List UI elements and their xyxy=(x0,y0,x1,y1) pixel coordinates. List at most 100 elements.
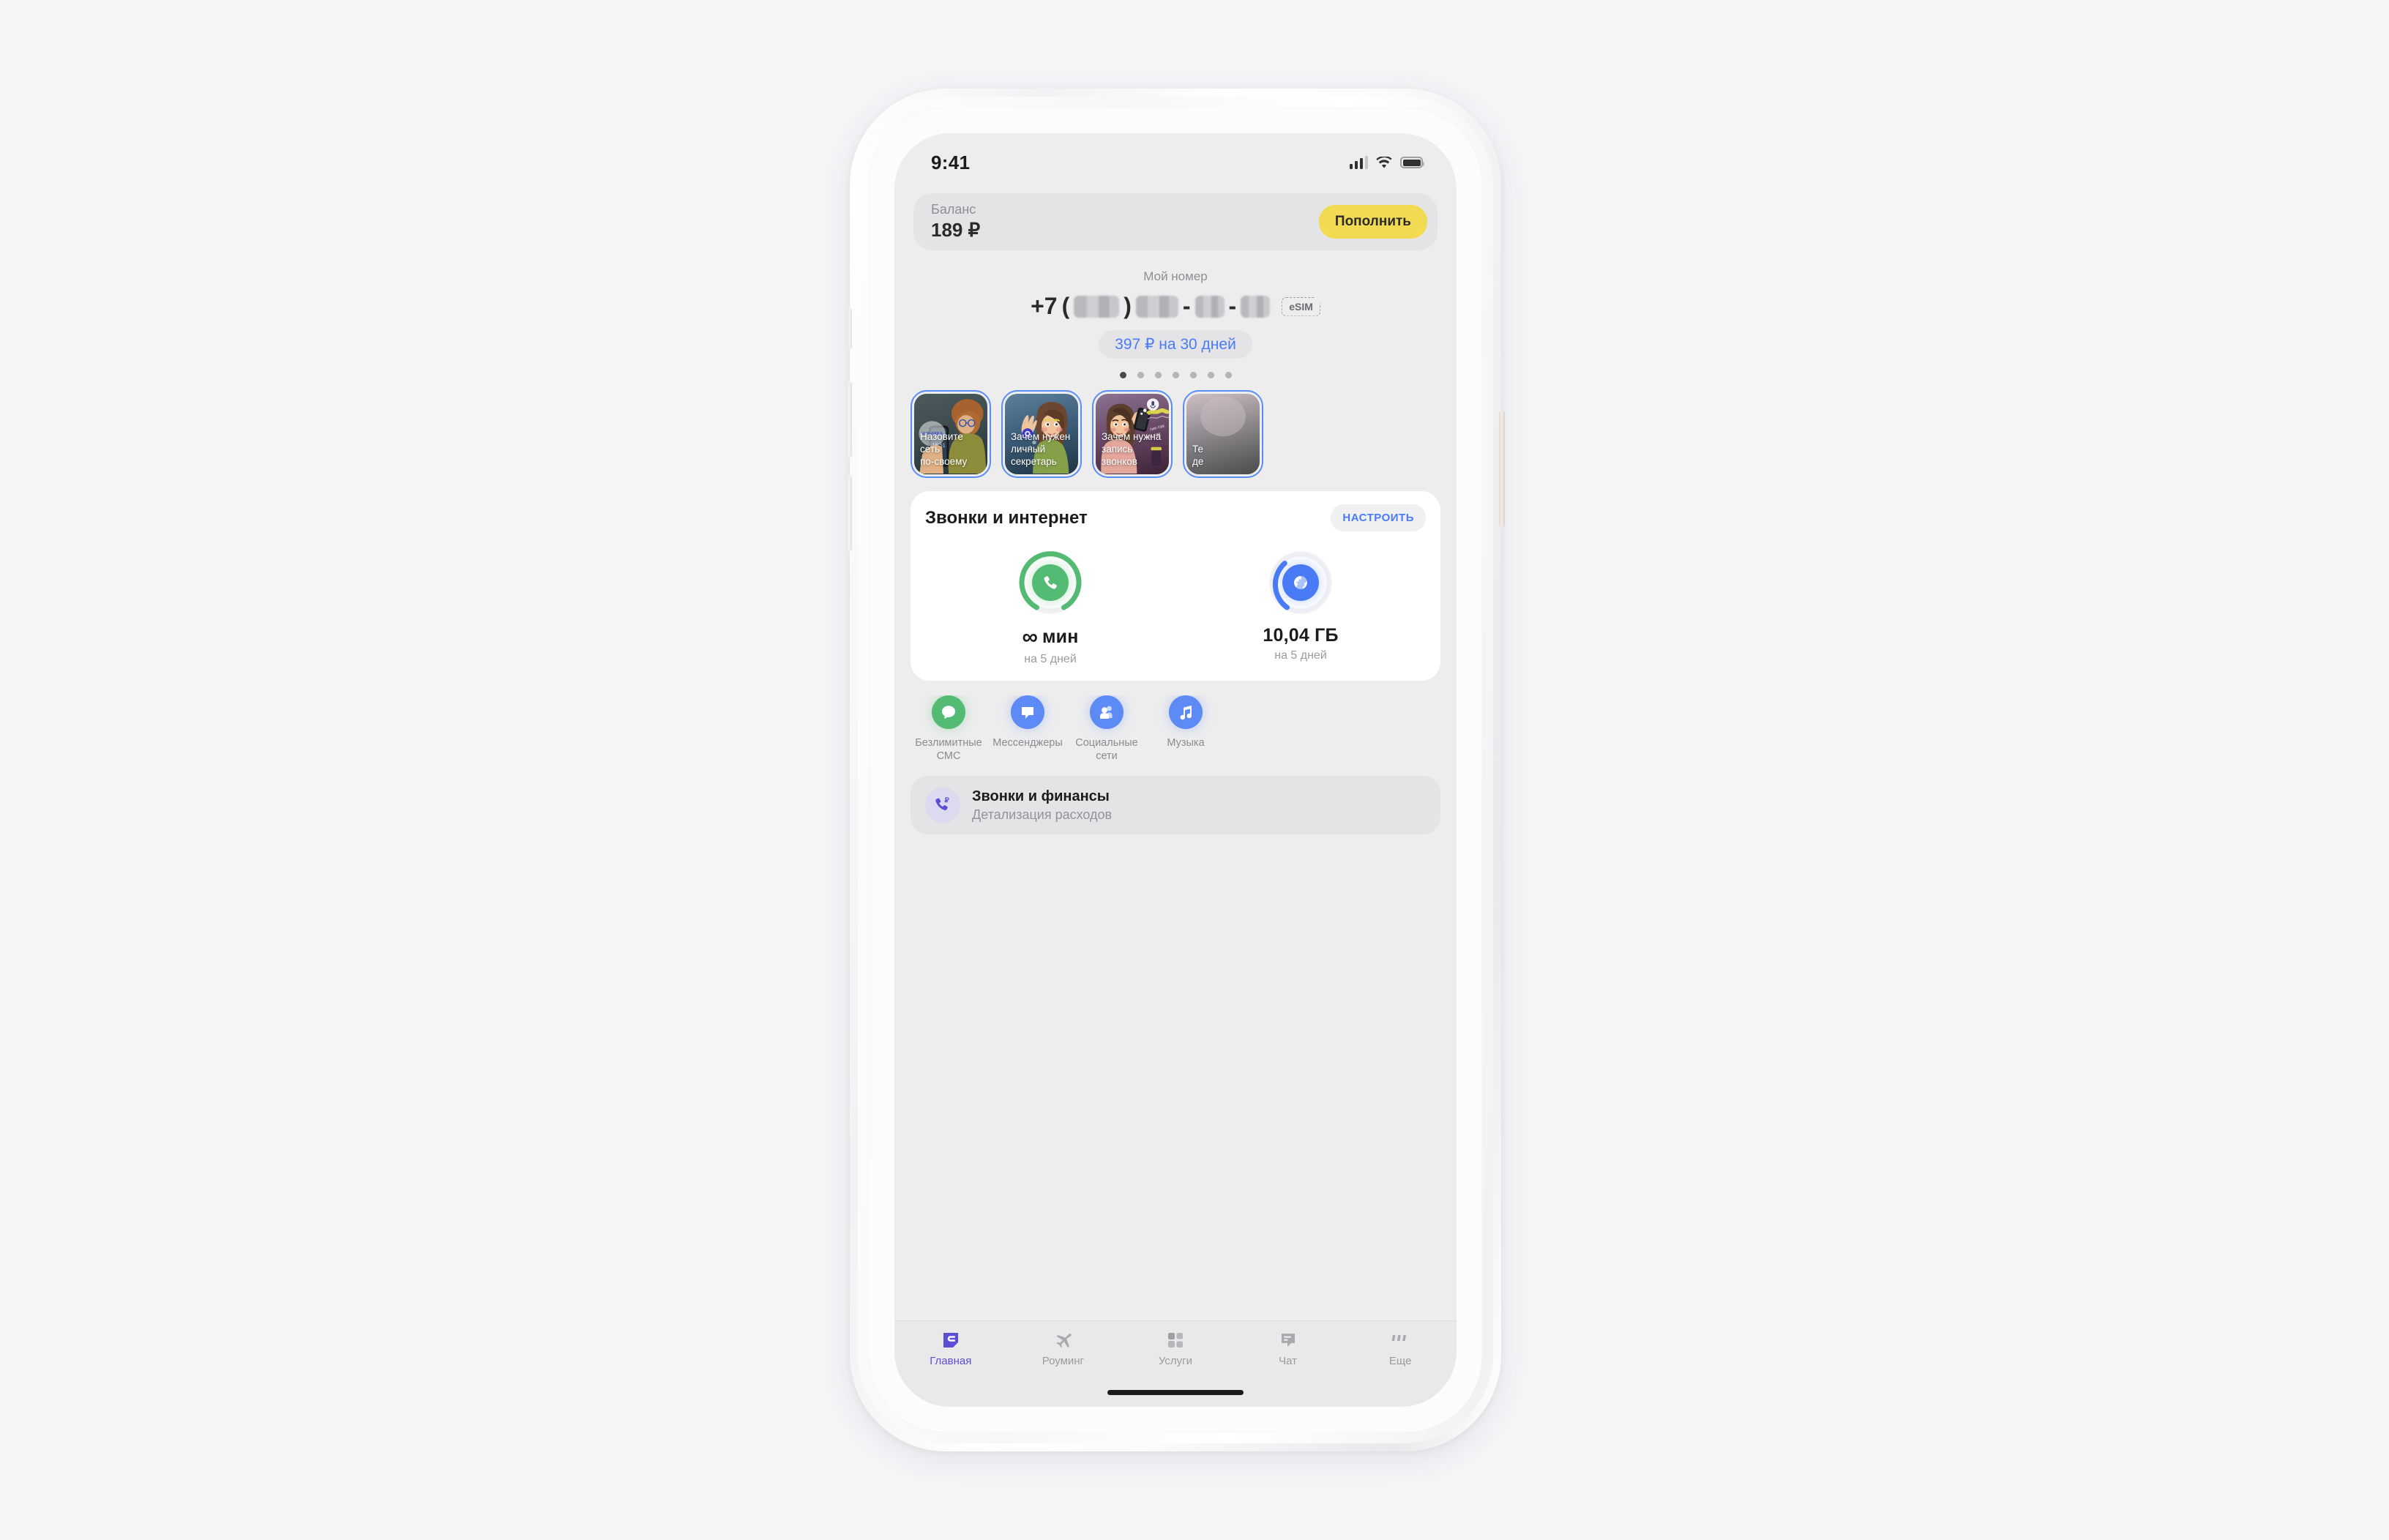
service-item-messengers[interactable]: Мессенджеры xyxy=(988,695,1067,763)
story-card[interactable]: тик-так тик-так Зачем нужна запись звонк… xyxy=(1092,390,1173,478)
service-label: Мессенджеры xyxy=(992,737,1063,749)
phone-number-row[interactable]: +7 ( ) - - eSIM xyxy=(894,293,1457,320)
volume-down-button[interactable] xyxy=(846,475,852,551)
tariff-link[interactable]: 397 ₽ на 30 дней xyxy=(1099,330,1252,359)
tab-label: Услуги xyxy=(1158,1355,1193,1367)
my-number-label: Мой номер xyxy=(1143,269,1208,283)
minutes-subtitle: на 5 дней xyxy=(1024,653,1077,665)
data-subtitle: на 5 дней xyxy=(1274,649,1327,662)
pagination-dot[interactable] xyxy=(1119,372,1126,378)
calls-internet-title: Звонки и интернет xyxy=(925,507,1088,528)
redacted-number-part-1 xyxy=(1135,295,1178,318)
my-number-block: Мой номер +7 ( ) - - eSIM 397 ₽ на 30 дн… xyxy=(894,269,1457,378)
volume-up-button[interactable] xyxy=(846,381,852,457)
tab-chat[interactable]: Чат xyxy=(1232,1330,1345,1367)
service-label: Безлимитные СМС xyxy=(915,737,982,763)
calls-finance-texts: Звонки и финансы Детализация расходов xyxy=(972,788,1112,823)
balance-card[interactable]: Баланс 189 ₽ Пополнить xyxy=(913,193,1437,250)
balance-texts: Баланс 189 ₽ xyxy=(931,202,980,242)
tab-more[interactable]: Еще xyxy=(1344,1330,1457,1367)
home-indicator[interactable] xyxy=(1107,1390,1244,1395)
stories-carousel[interactable]: 16:51 ЧУБАККА Назовите сеть по-своему За… xyxy=(894,390,1457,478)
story-title: Зачем нужен личный секретарь xyxy=(1011,431,1071,468)
esim-badge: eSIM xyxy=(1282,297,1320,316)
calls-finance-row[interactable]: Звонки и финансы Детализация расходов xyxy=(911,776,1440,835)
phone-screen: 9:41 Баланс 189 ₽ Пополнить Мой номер +7… xyxy=(894,133,1457,1407)
service-label: Музыка xyxy=(1167,737,1205,749)
paren-close: ) xyxy=(1124,293,1132,319)
scroll-content: Баланс 189 ₽ Пополнить Мой номер +7 ( ) … xyxy=(894,193,1457,835)
balance-label: Баланс xyxy=(931,202,976,217)
pagination-dot[interactable] xyxy=(1225,372,1232,378)
paren-open: ( xyxy=(1061,293,1070,319)
globe-icon xyxy=(1282,564,1319,601)
airplane-icon xyxy=(1053,1330,1073,1350)
status-bar: 9:41 xyxy=(894,133,1457,179)
tab-roaming[interactable]: Роуминг xyxy=(1007,1330,1120,1367)
infinity-symbol: ∞ xyxy=(1022,625,1037,649)
minutes-gauge-column[interactable]: ∞ мин на 5 дней xyxy=(925,547,1175,666)
calls-finance-title: Звонки и финансы xyxy=(972,788,1110,804)
service-label: Социальные сети xyxy=(1075,737,1138,763)
chat-bubble-icon xyxy=(932,695,965,729)
redacted-area-code xyxy=(1074,295,1120,318)
more-icon xyxy=(1391,1330,1410,1350)
story-card[interactable]: 16:51 ЧУБАККА Назовите сеть по-своему xyxy=(911,390,991,478)
pagination-dot[interactable] xyxy=(1172,372,1179,378)
topup-button[interactable]: Пополнить xyxy=(1318,205,1427,239)
phone-ruble-icon xyxy=(925,788,960,823)
calls-finance-subtitle: Детализация расходов xyxy=(972,807,1113,822)
service-item-sms[interactable]: Безлимитные СМС xyxy=(909,695,988,763)
story-title: Те де xyxy=(1192,444,1204,468)
grid-icon xyxy=(1167,1330,1184,1350)
calls-internet-card: Звонки и интернет НАСТРОИТЬ ∞ мин на 5 д… xyxy=(911,491,1440,681)
minutes-gauge xyxy=(1015,547,1085,618)
cellular-signal-icon xyxy=(1349,156,1368,169)
service-item-social[interactable]: Социальные сети xyxy=(1067,695,1146,763)
balance-value: 189 ₽ xyxy=(931,218,981,241)
services-row[interactable]: Безлимитные СМС Мессенджеры Социальные с… xyxy=(894,695,1457,763)
minutes-value: ∞ мин xyxy=(1022,625,1078,650)
carousel-pagination-dots[interactable] xyxy=(894,372,1457,378)
chat-icon xyxy=(1279,1330,1297,1350)
story-card[interactable]: Зачем нужен личный секретарь xyxy=(1001,390,1082,478)
story-card[interactable]: Те де xyxy=(1183,390,1263,478)
tab-services[interactable]: Услуги xyxy=(1119,1330,1232,1367)
status-bar-clock: 9:41 xyxy=(931,151,971,173)
tab-label: Еще xyxy=(1388,1355,1412,1367)
tab-label: Главная xyxy=(930,1355,972,1367)
battery-icon xyxy=(1400,157,1424,168)
tab-main[interactable]: Главная xyxy=(894,1330,1007,1367)
calls-internet-header: Звонки и интернет НАСТРОИТЬ xyxy=(925,504,1426,531)
status-bar-icons xyxy=(1349,156,1424,169)
story-title: Назовите сеть по-своему xyxy=(920,431,968,468)
configure-button[interactable]: НАСТРОИТЬ xyxy=(1331,504,1426,531)
silent-switch-button[interactable] xyxy=(847,308,852,349)
pagination-dot[interactable] xyxy=(1137,372,1144,378)
tab-label: Роуминг xyxy=(1042,1355,1085,1367)
pagination-dot[interactable] xyxy=(1189,372,1197,378)
number-dash-1: - xyxy=(1182,293,1191,319)
phone-number-prefix: +7 xyxy=(1031,293,1058,319)
power-button[interactable] xyxy=(1499,411,1505,528)
bottom-tab-bar: Главная Роуминг Услуги Чат Еще xyxy=(894,1320,1457,1407)
pagination-dot[interactable] xyxy=(1207,372,1214,378)
data-gauge-column[interactable]: 10,04 ГБ на 5 дней xyxy=(1175,547,1426,666)
minutes-unit: мин xyxy=(1042,627,1079,647)
number-dash-2: - xyxy=(1228,293,1237,319)
music-note-icon xyxy=(1169,695,1203,729)
pagination-dot[interactable] xyxy=(1154,372,1162,378)
redacted-number-part-3 xyxy=(1241,295,1271,318)
usage-gauges: ∞ мин на 5 дней 10,04 ГБ на 5 дней xyxy=(925,547,1426,666)
data-gauge xyxy=(1265,547,1336,618)
story-title: Зачем нужна запись звонков xyxy=(1102,431,1162,468)
people-icon xyxy=(1090,695,1124,729)
message-square-icon xyxy=(1011,695,1044,729)
home-logo-icon xyxy=(941,1330,960,1350)
phone-icon xyxy=(1032,564,1069,601)
data-value: 10,04 ГБ xyxy=(1263,625,1339,646)
tab-label: Чат xyxy=(1279,1355,1298,1367)
service-item-music[interactable]: Музыка xyxy=(1146,695,1225,763)
redacted-number-part-2 xyxy=(1194,295,1225,318)
wifi-icon xyxy=(1376,156,1392,169)
